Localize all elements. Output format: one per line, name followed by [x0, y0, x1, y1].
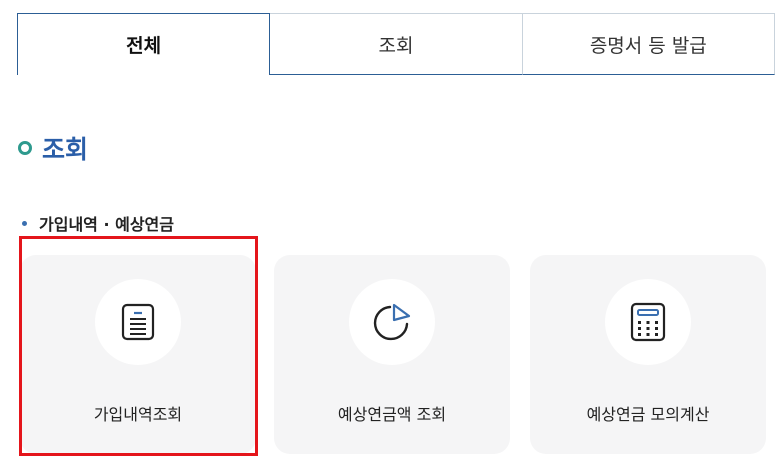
- card-expected-pension[interactable]: 예상연금액 조회: [274, 255, 510, 454]
- card-pension-simulation[interactable]: 예상연금 모의계산: [530, 255, 766, 454]
- tab-inquiry[interactable]: 조회: [270, 13, 523, 75]
- pie-chart-icon: [373, 303, 411, 341]
- tab-all[interactable]: 전체: [17, 13, 271, 75]
- group-title-text: 가입내역 · 예상연금: [39, 215, 174, 234]
- card-subscription-history[interactable]: 가입내역조회: [20, 255, 256, 454]
- card-label: 가입내역조회: [93, 405, 183, 424]
- document-list-icon: [121, 303, 155, 341]
- section-title-text: 조회: [42, 135, 89, 164]
- dot-bullet-icon: [22, 220, 27, 226]
- card-label: 예상연금 모의계산: [586, 405, 710, 424]
- tab-bar: 전체 조회 증명서 등 발급: [17, 13, 775, 75]
- section-title: 조회: [18, 130, 88, 166]
- calculator-icon: [630, 302, 666, 342]
- card-icon-circle: [605, 279, 691, 365]
- ring-bullet-icon: [18, 141, 32, 155]
- tab-certificate-issue[interactable]: 증명서 등 발급: [522, 13, 775, 75]
- card-icon-circle: [349, 279, 435, 365]
- card-label: 예상연금액 조회: [337, 405, 447, 424]
- card-icon-circle: [95, 279, 181, 365]
- group-title: 가입내역 · 예상연금: [22, 211, 174, 235]
